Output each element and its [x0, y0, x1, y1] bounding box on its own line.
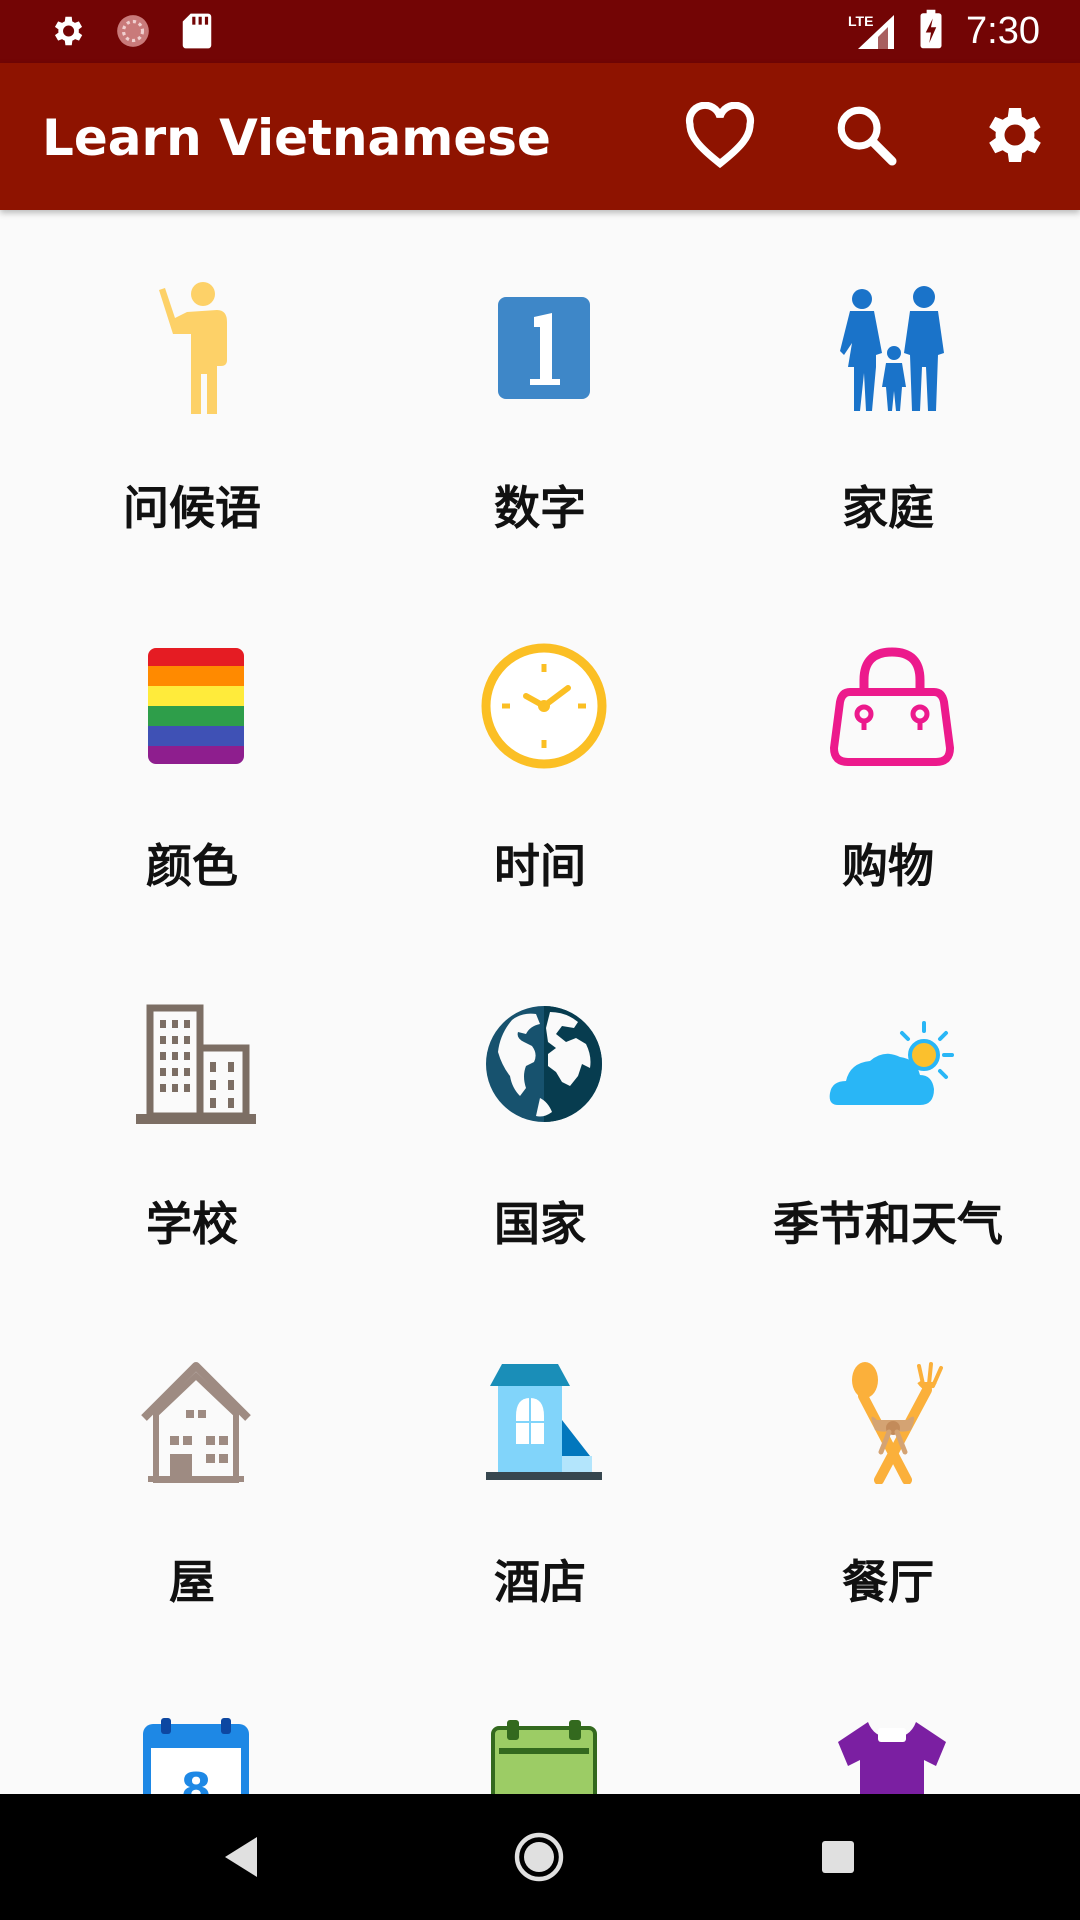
globe-icon: [480, 994, 608, 1134]
color-stripes-icon: [132, 636, 260, 776]
category-label: 餐厅: [842, 1555, 934, 1609]
signal-icon: LTE: [848, 11, 896, 51]
navigation-bar: [0, 1794, 1080, 1920]
family-icon: [828, 278, 956, 418]
category-shopping[interactable]: 购物: [714, 568, 1062, 926]
buildings-icon: [132, 994, 260, 1134]
category-house[interactable]: 屋: [18, 1284, 366, 1642]
waving-person-icon: [132, 278, 260, 418]
category-time[interactable]: 时间: [366, 568, 714, 926]
heart-icon: [683, 101, 757, 172]
weather-icon: [828, 994, 956, 1134]
handbag-icon: [828, 636, 956, 776]
category-label: 季节和天气: [773, 1197, 1003, 1251]
recents-button[interactable]: [803, 1824, 873, 1894]
category-label: 颜色: [146, 839, 238, 893]
battery-charging-icon: [918, 8, 944, 54]
category-seasons-weather[interactable]: 季节和天气: [714, 926, 1062, 1284]
calendar-icon: 8: [132, 1710, 260, 1794]
settings-notification-icon: [48, 12, 86, 54]
category-label: 屋: [169, 1555, 215, 1609]
category-restaurant[interactable]: 餐厅: [714, 1284, 1062, 1642]
search-button[interactable]: [828, 99, 904, 175]
number-one-icon: [480, 278, 608, 418]
category-countries[interactable]: 国家: [366, 926, 714, 1284]
category-family[interactable]: 家庭: [714, 210, 1062, 568]
category-label: 问候语: [123, 481, 261, 535]
category-clothing[interactable]: [714, 1642, 1062, 1794]
app-bar: Learn Vietnamese: [0, 63, 1080, 210]
home-circle-icon: [513, 1831, 565, 1887]
category-hotel[interactable]: 酒店: [366, 1284, 714, 1642]
category-label: 酒店: [494, 1555, 586, 1609]
hotel-icon: [480, 1352, 608, 1492]
shirt-icon: [828, 1710, 956, 1794]
home-button[interactable]: [504, 1824, 574, 1894]
category-board[interactable]: [366, 1642, 714, 1794]
clock-icon: [480, 636, 608, 776]
category-calendar[interactable]: 8: [18, 1642, 366, 1794]
svg-text:8: 8: [181, 1764, 212, 1794]
search-icon: [833, 102, 899, 172]
app-title: Learn Vietnamese: [42, 109, 551, 167]
sync-notification-icon: [114, 12, 152, 54]
category-label: 国家: [494, 1197, 586, 1251]
category-label: 家庭: [842, 481, 934, 535]
category-label: 学校: [146, 1197, 238, 1251]
category-numbers[interactable]: 数字: [366, 210, 714, 568]
category-colors[interactable]: 颜色: [18, 568, 366, 926]
gear-icon: [976, 99, 1048, 175]
status-bar: LTE 7:30: [0, 0, 1080, 63]
category-greetings[interactable]: 问候语: [18, 210, 366, 568]
favorites-button[interactable]: [682, 99, 758, 175]
category-label: 数字: [494, 481, 586, 535]
status-clock: 7:30: [966, 9, 1040, 52]
house-icon: [132, 1352, 260, 1492]
category-grid: 问候语 数字 家庭 颜色 时间 购物 学校 国家 季节和天气 屋 酒店 餐厅 8: [0, 210, 1080, 1794]
category-school[interactable]: 学校: [18, 926, 366, 1284]
back-triangle-icon: [221, 1835, 261, 1883]
board-icon: [480, 1710, 608, 1794]
back-button[interactable]: [206, 1824, 276, 1894]
category-label: 购物: [842, 839, 934, 893]
category-label: 时间: [494, 839, 586, 893]
settings-button[interactable]: [974, 99, 1050, 175]
cutlery-icon: [828, 1352, 956, 1492]
recents-square-icon: [820, 1839, 856, 1879]
sd-card-icon: [180, 12, 214, 54]
